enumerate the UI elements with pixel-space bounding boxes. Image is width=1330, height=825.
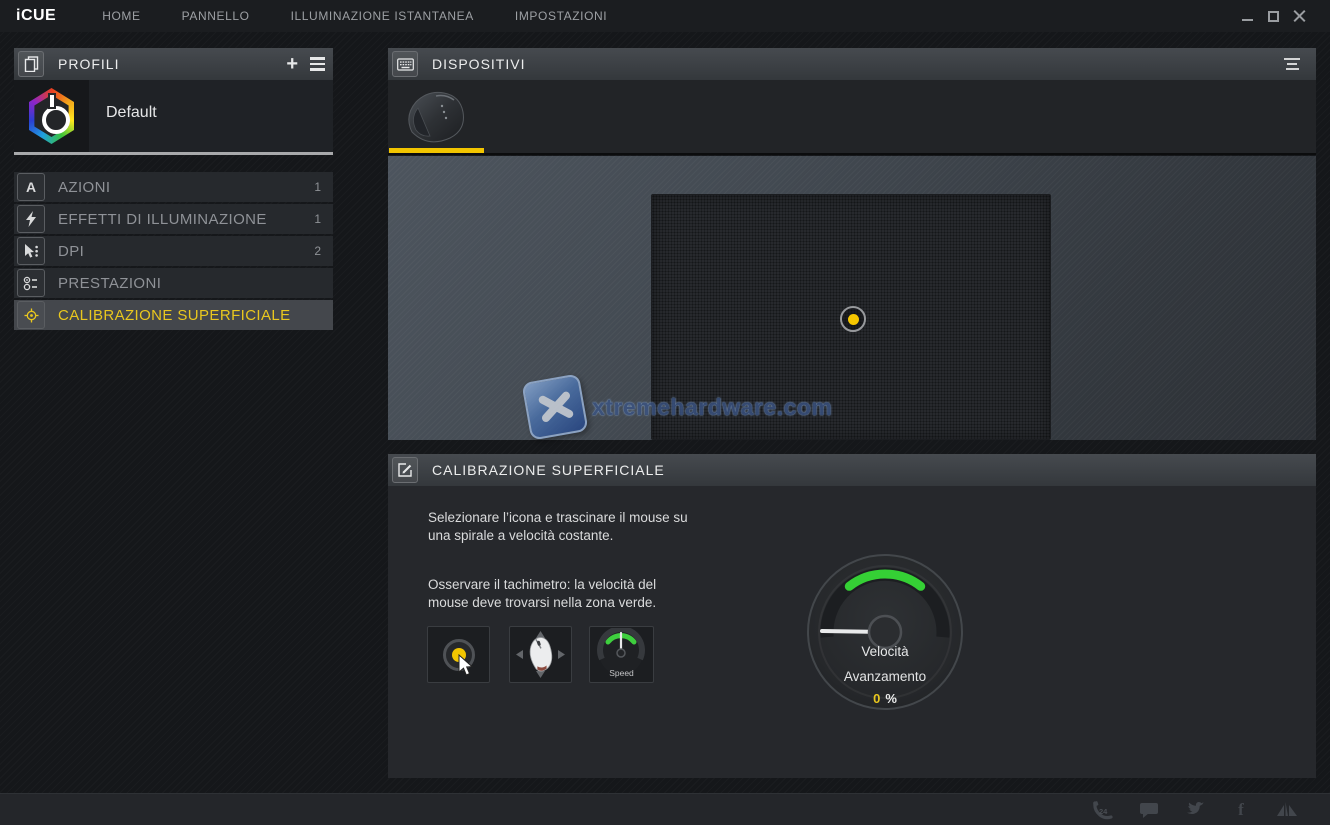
- tabstrip-edge: [388, 153, 1316, 155]
- progress-value: 0: [873, 691, 880, 706]
- sidebar-item-label: PRESTAZIONI: [58, 275, 321, 292]
- sidebar-item-prestazioni[interactable]: PRESTAZIONI: [14, 268, 333, 298]
- speed-gauge: Velocità Avanzamento 0%: [805, 552, 965, 712]
- chat-icon[interactable]: [1136, 799, 1162, 821]
- calibration-pad: [651, 194, 1051, 440]
- dpi-cursor-icon: [17, 237, 45, 265]
- titlebar: iCUE HOME PANNELLO ILLUMINAZIONE ISTANTA…: [0, 0, 1330, 32]
- xtremehardware-logo-icon: [521, 373, 588, 440]
- icue-logo: iCUE: [16, 7, 56, 25]
- device-content-area: xtremehardware.com: [388, 156, 1316, 440]
- progress-unit: %: [885, 691, 897, 706]
- profile-item-default[interactable]: Default: [14, 80, 333, 152]
- device-sort-icon[interactable]: [1284, 58, 1300, 70]
- calibration-content: Selezionare l’icona e trascinare il mous…: [388, 486, 1316, 778]
- sidebar-item-label: DPI: [58, 243, 314, 260]
- item-count-badge: 1: [314, 180, 321, 194]
- gauge-speed-label: Velocità: [805, 644, 965, 659]
- profile-name: Default: [106, 104, 157, 122]
- edit-icon: [392, 457, 418, 483]
- keyboard-icon: [392, 51, 418, 77]
- item-count-badge: 1: [314, 212, 321, 226]
- sidebar-item-dpi[interactable]: DPI 2: [14, 236, 333, 266]
- calibration-dot[interactable]: [840, 306, 866, 332]
- calibration-drag-icon-thumbnail[interactable]: [427, 626, 490, 683]
- calibration-instruction-1: Selezionare l’icona e trascinare il mous…: [428, 509, 693, 544]
- nav-home[interactable]: HOME: [102, 9, 140, 23]
- sidebar-item-calibrazione-superficiale[interactable]: CALIBRAZIONE SUPERFICIALE: [14, 300, 333, 330]
- device-tabstrip: [388, 80, 1316, 154]
- twitter-icon[interactable]: [1182, 799, 1208, 821]
- calibration-section-header: CALIBRAZIONE SUPERFICIALE: [388, 454, 1316, 486]
- add-profile-icon[interactable]: +: [286, 54, 298, 74]
- devices-panel-header: DISPOSITIVI: [388, 48, 1316, 80]
- move-mouse-thumbnail: [509, 626, 572, 683]
- mouse-move-icon: [512, 629, 569, 680]
- nav-impostazioni[interactable]: IMPOSTAZIONI: [515, 9, 607, 23]
- nav-pannello[interactable]: PANNELLO: [182, 9, 250, 23]
- sidebar-item-label: AZIONI: [58, 179, 314, 196]
- corsair-logo-icon[interactable]: [1274, 799, 1300, 821]
- svg-text:24: 24: [1099, 807, 1108, 816]
- maximize-icon[interactable]: [1267, 10, 1280, 23]
- support-24-icon[interactable]: 24: [1090, 799, 1116, 821]
- lightning-icon: [17, 205, 45, 233]
- profiles-panel-header: PROFILI +: [14, 48, 333, 80]
- sidebar-item-label: CALIBRAZIONE SUPERFICIALE: [58, 307, 321, 324]
- close-icon[interactable]: [1293, 10, 1306, 23]
- profiles-divider: [14, 152, 333, 155]
- nav-illuminazione-istantanea[interactable]: ILLUMINAZIONE ISTANTANEA: [291, 9, 474, 23]
- window-controls: [1241, 0, 1306, 32]
- calibration-target-icon: [17, 301, 45, 329]
- icue-profile-logo-icon: [27, 88, 77, 144]
- minimize-icon[interactable]: [1241, 10, 1254, 23]
- mini-gauge-label: Speed: [590, 668, 653, 678]
- gauge-progress-label: Avanzamento: [805, 669, 965, 684]
- sidebar-item-effetti-illuminazione[interactable]: EFFETTI DI ILLUMINAZIONE 1: [14, 204, 333, 234]
- mouse-cursor-icon: [458, 654, 475, 678]
- calibration-section-title: CALIBRAZIONE SUPERFICIALE: [432, 462, 665, 478]
- bottom-bar: 24 f: [0, 793, 1330, 825]
- performance-sliders-icon: [17, 269, 45, 297]
- speed-gauge-dial: [805, 552, 965, 712]
- app-window: iCUE HOME PANNELLO ILLUMINAZIONE ISTANTA…: [0, 0, 1330, 825]
- facebook-icon[interactable]: f: [1228, 799, 1254, 821]
- gauge-progress-value-row: 0%: [805, 691, 965, 706]
- main-nav: HOME PANNELLO ILLUMINAZIONE ISTANTANEA I…: [102, 9, 607, 23]
- device-tab-mouse[interactable]: [389, 84, 484, 148]
- item-count-badge: 2: [314, 244, 321, 258]
- devices-panel-title: DISPOSITIVI: [432, 56, 525, 72]
- actions-icon: A: [17, 173, 45, 201]
- profiles-panel-title: PROFILI: [58, 56, 119, 72]
- calibration-instruction-2: Osservare il tachimetro: la velocità del…: [428, 576, 693, 611]
- sidebar-item-azioni[interactable]: A AZIONI 1: [14, 172, 333, 202]
- speed-gauge-thumbnail: Speed: [589, 626, 654, 683]
- profiles-menu-icon[interactable]: [310, 57, 325, 71]
- profile-avatar: [14, 80, 89, 152]
- mouse-device-image: [394, 86, 480, 146]
- sidebar-item-label: EFFETTI DI ILLUMINAZIONE: [58, 211, 314, 228]
- profiles-icon: [18, 51, 44, 77]
